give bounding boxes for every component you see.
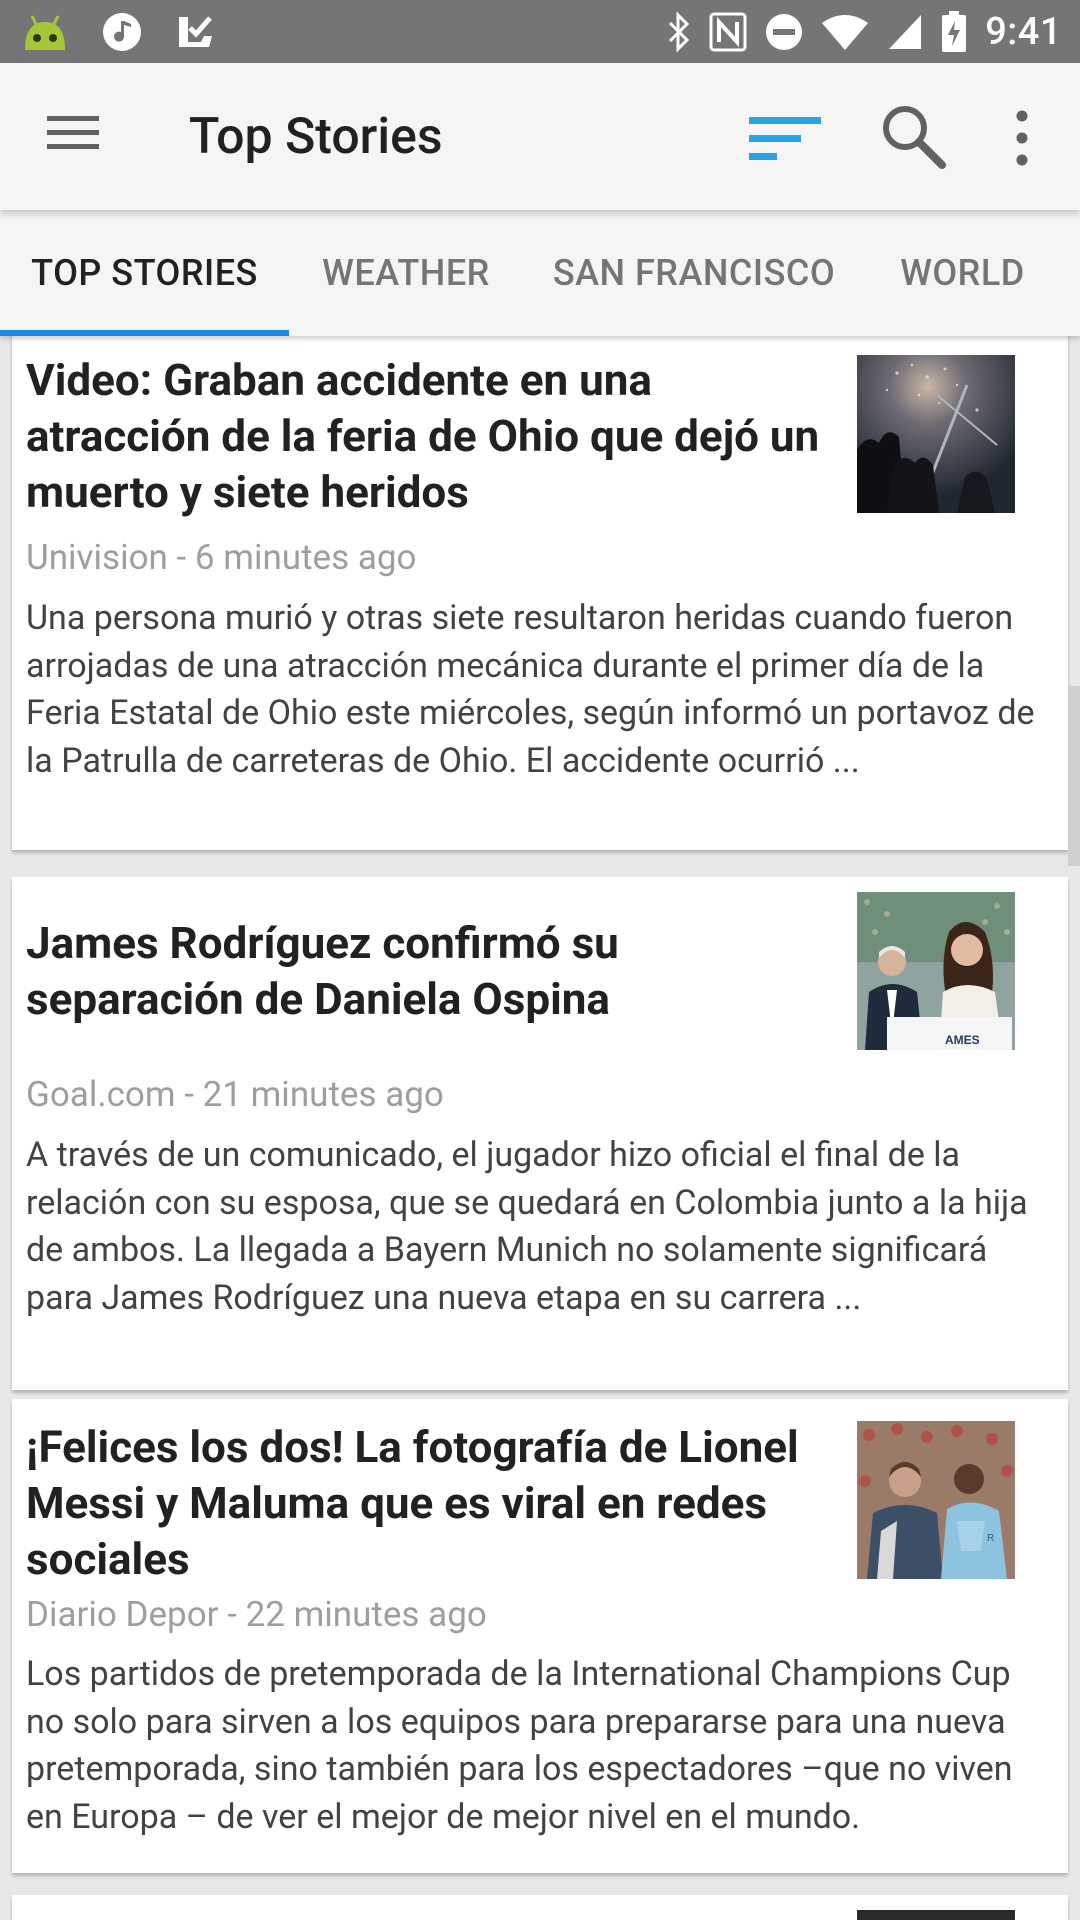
signal-icon [887,13,923,51]
sort-icon[interactable] [749,115,821,163]
search-icon[interactable] [880,103,946,169]
tab-indicator [0,330,289,336]
tab-san-francisco[interactable]: SAN FRANCISCO [523,210,865,336]
more-options-icon[interactable] [1010,108,1034,168]
menu-icon[interactable] [47,113,99,153]
android-icon [22,12,68,52]
clock-time: 9:41 [985,9,1062,54]
story-card[interactable]: James Rodríguez confirmó su separación d… [12,877,1068,1390]
tab-world[interactable]: WORLD [865,210,1060,336]
story-headline[interactable]: Video: Graban accidente en una atracción… [26,352,846,520]
story-thumbnail[interactable] [857,1910,1015,1920]
story-source-time: Goal.com - 21 minutes ago [26,1074,444,1115]
battery-icon [941,10,967,53]
music-icon [102,12,142,52]
tab-top-stories[interactable]: TOP STORIES [0,210,289,336]
story-snippet: A través de un comunicado, el jugador hi… [26,1135,1028,1318]
wifi-icon [821,13,869,51]
bluetooth-icon [667,11,691,52]
nfc-icon [709,12,747,52]
story-source-time: Diario Depor - 22 minutes ago [26,1594,487,1635]
app-bar: Top Stories [0,63,1080,210]
story-thumbnail[interactable]: R [857,1421,1015,1579]
story-snippet: Los partidos de pretemporada de la Inter… [26,1654,1013,1837]
story-snippet: Una persona murió y otras siete resultar… [26,598,1035,781]
story-thumbnail[interactable]: AMES [857,892,1015,1050]
story-headline[interactable]: James Rodríguez confirmó su separación d… [26,915,846,1027]
svg-text:AMES: AMES [945,1033,980,1047]
story-card[interactable]: Video: Graban accidente en una atracción… [12,336,1068,850]
scrollbar[interactable] [1068,686,1080,866]
story-card[interactable] [12,1895,1068,1920]
story-card[interactable]: ¡Felices los dos! La fotografía de Lione… [12,1399,1068,1873]
story-source-time: Univision - 6 minutes ago [26,537,417,578]
inbox-check-icon [176,14,214,50]
story-thumbnail[interactable] [857,355,1015,513]
status-bar: 9:41 [0,0,1080,63]
tab-bar: TOP STORIES WEATHER SAN FRANCISCO WORLD [0,210,1080,336]
tab-weather[interactable]: WEATHER [289,210,523,336]
svg-text:R: R [987,1533,994,1544]
story-list[interactable]: Video: Graban accidente en una atracción… [0,336,1080,1920]
page-title: Top Stories [189,108,443,166]
do-not-disturb-icon [765,13,803,51]
story-headline[interactable]: ¡Felices los dos! La fotografía de Lione… [26,1419,846,1587]
